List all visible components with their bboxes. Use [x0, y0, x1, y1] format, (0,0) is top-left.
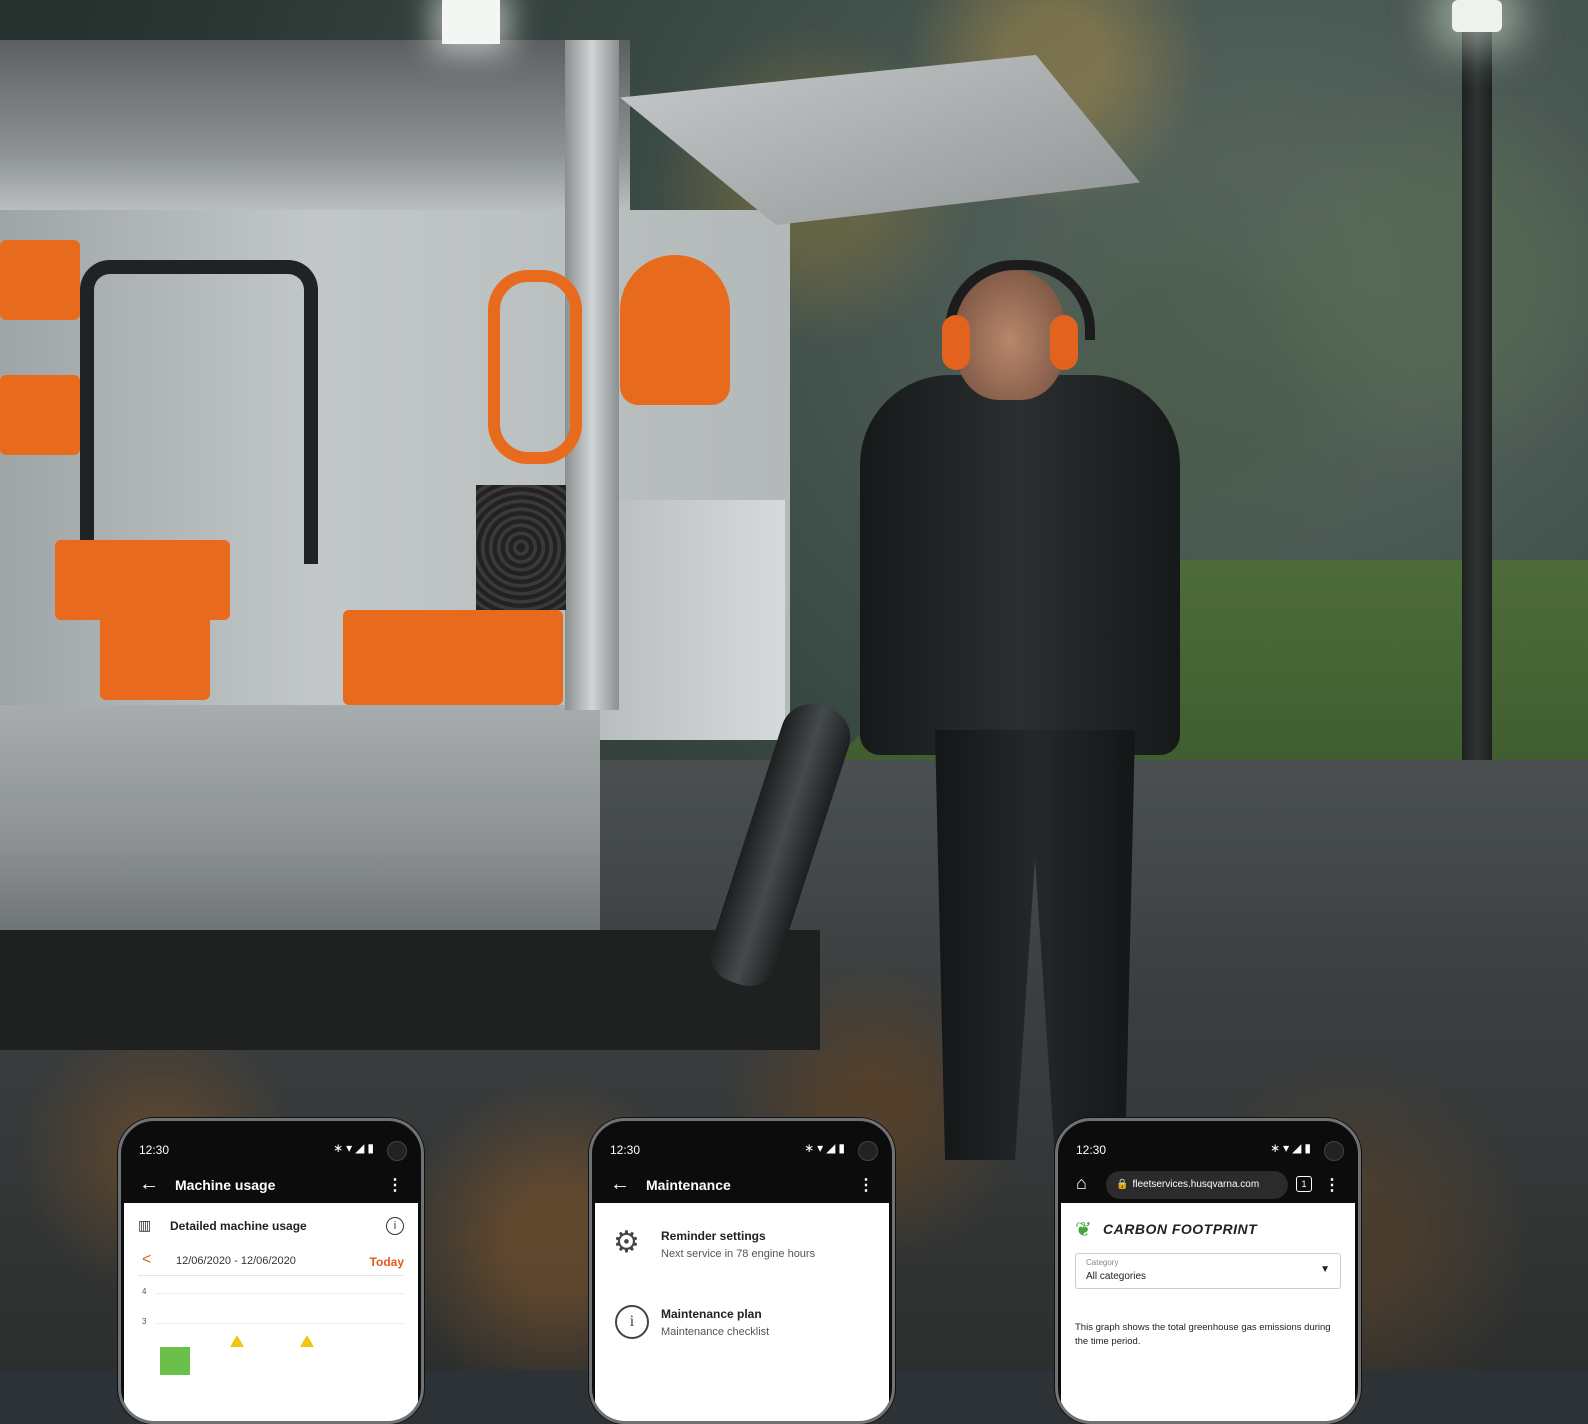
maintenance-plan-item[interactable]: i Maintenance plan Maintenance checklist — [609, 1299, 875, 1359]
screen-content: ▥ Detailed machine usage i < 12/06/2020 … — [124, 1203, 418, 1421]
status-bar: 12:30 ∗▾◢▮ — [121, 1121, 421, 1163]
address-bar[interactable]: 🔒 fleetservices.husqvarna.com — [1106, 1171, 1288, 1199]
chainsaw — [100, 610, 210, 700]
app-bar: ← Machine usage ⋮ — [121, 1167, 421, 1207]
card-header: ▥ Detailed machine usage i — [138, 1217, 404, 1239]
status-bar: 12:30 ∗▾◢▮ — [1058, 1121, 1358, 1163]
trimmer-tool — [0, 375, 80, 455]
storage-crates — [343, 610, 563, 705]
reminder-settings-item[interactable]: ⚙ Reminder settings Next service in 78 e… — [609, 1221, 875, 1281]
url-text: fleetservices.husqvarna.com — [1132, 1179, 1260, 1190]
mower-handle — [80, 260, 318, 564]
status-time: 12:30 — [139, 1143, 170, 1157]
truck-undercarriage — [0, 930, 820, 1050]
phone-carbon-footprint: 12:30 ∗▾◢▮ ⌂ 🔒 fleetservices.husqvarna.co… — [1055, 1118, 1361, 1424]
item-title: Maintenance plan — [661, 1307, 762, 1321]
dropdown-arrow-icon: ▼ — [1320, 1264, 1330, 1275]
chart-bar — [160, 1347, 190, 1375]
more-menu-icon[interactable]: ⋮ — [1324, 1175, 1340, 1195]
status-icons: ∗▾◢▮ — [1270, 1141, 1314, 1155]
truck-bed — [0, 705, 600, 935]
screen-content: ⚙ Reminder settings Next service in 78 e… — [595, 1203, 889, 1421]
description-text: This graph shows the total greenhouse ga… — [1075, 1322, 1331, 1347]
worker-jacket — [860, 375, 1180, 755]
truck-roof — [0, 40, 630, 230]
gridline — [156, 1293, 404, 1294]
select-label: Category — [1086, 1258, 1119, 1267]
phone-maintenance: 12:30 ∗▾◢▮ ← Maintenance ⋮ ⚙ Reminder se… — [589, 1118, 895, 1424]
y-tick-label: 4 — [142, 1287, 147, 1296]
status-bar: 12:30 ∗▾◢▮ — [592, 1121, 892, 1163]
usage-chart: 4 3 — [138, 1285, 404, 1375]
lamp-light — [1452, 0, 1502, 32]
harness — [488, 270, 582, 464]
worker-legs — [935, 730, 1135, 1160]
date-range: 12/06/2020 - 12/06/2020 — [176, 1255, 296, 1267]
chart-marker — [230, 1335, 244, 1347]
more-menu-icon[interactable]: ⋮ — [858, 1175, 874, 1195]
page-title: Maintenance — [646, 1177, 731, 1193]
card-title: Detailed machine usage — [170, 1219, 307, 1233]
ear-muff — [942, 315, 970, 370]
camera-icon — [387, 1141, 407, 1161]
lamp-post — [1462, 20, 1492, 760]
ear-muff — [1050, 315, 1078, 370]
back-arrow-icon[interactable]: ← — [610, 1173, 630, 1196]
camera-icon — [858, 1141, 878, 1161]
work-light — [442, 0, 500, 44]
lawn-mower — [55, 540, 230, 620]
status-icons: ∗▾◢▮ — [804, 1141, 848, 1155]
category-select[interactable]: Category All categories ▼ — [1075, 1253, 1341, 1289]
browser-toolbar: ⌂ 🔒 fleetservices.husqvarna.com 1 ⋮ — [1058, 1167, 1358, 1207]
tabs-count-button[interactable]: 1 — [1296, 1176, 1312, 1192]
item-subtitle: Next service in 78 engine hours — [661, 1248, 816, 1260]
foam-mat — [476, 485, 566, 610]
chart-marker — [300, 1335, 314, 1347]
more-menu-icon[interactable]: ⋮ — [387, 1175, 403, 1195]
status-time: 12:30 — [610, 1143, 641, 1157]
status-time: 12:30 — [1076, 1143, 1107, 1157]
date-range-row: < 12/06/2020 - 12/06/2020 Today — [138, 1251, 404, 1276]
item-subtitle: Maintenance checklist — [661, 1326, 770, 1338]
back-arrow-icon[interactable]: ← — [139, 1173, 159, 1196]
today-button[interactable]: Today — [370, 1255, 404, 1269]
bar-chart-icon: ▥ — [138, 1217, 152, 1233]
leaf-icon: ❦ — [1075, 1219, 1092, 1241]
status-icons: ∗▾◢▮ — [333, 1141, 377, 1155]
safety-helmet — [620, 255, 730, 405]
y-tick-label: 3 — [142, 1317, 147, 1326]
worker — [820, 260, 1220, 1200]
carbon-footprint-header: ❦ CARBON FOOTPRINT — [1075, 1217, 1341, 1243]
screen-content: ❦ CARBON FOOTPRINT Category All categori… — [1061, 1203, 1355, 1421]
gridline — [156, 1323, 404, 1324]
previous-period-button[interactable]: < — [142, 1251, 151, 1269]
trimmer-tool — [0, 240, 80, 320]
truck-side-box — [595, 500, 785, 740]
app-bar: ← Maintenance ⋮ — [592, 1167, 892, 1207]
gear-icon: ⚙ — [613, 1226, 640, 1259]
info-icon[interactable]: i — [386, 1217, 404, 1235]
camera-icon — [1324, 1141, 1344, 1161]
info-icon: i — [615, 1305, 649, 1339]
section-title: CARBON FOOTPRINT — [1103, 1221, 1258, 1237]
page-title: Machine usage — [175, 1177, 276, 1193]
lock-icon: 🔒 — [1116, 1179, 1129, 1190]
item-title: Reminder settings — [661, 1229, 766, 1243]
home-icon[interactable]: ⌂ — [1076, 1173, 1087, 1194]
select-value: All categories — [1086, 1271, 1147, 1282]
phone-machine-usage: 12:30 ∗▾◢▮ ← Machine usage ⋮ ▥ Detailed … — [118, 1118, 424, 1424]
